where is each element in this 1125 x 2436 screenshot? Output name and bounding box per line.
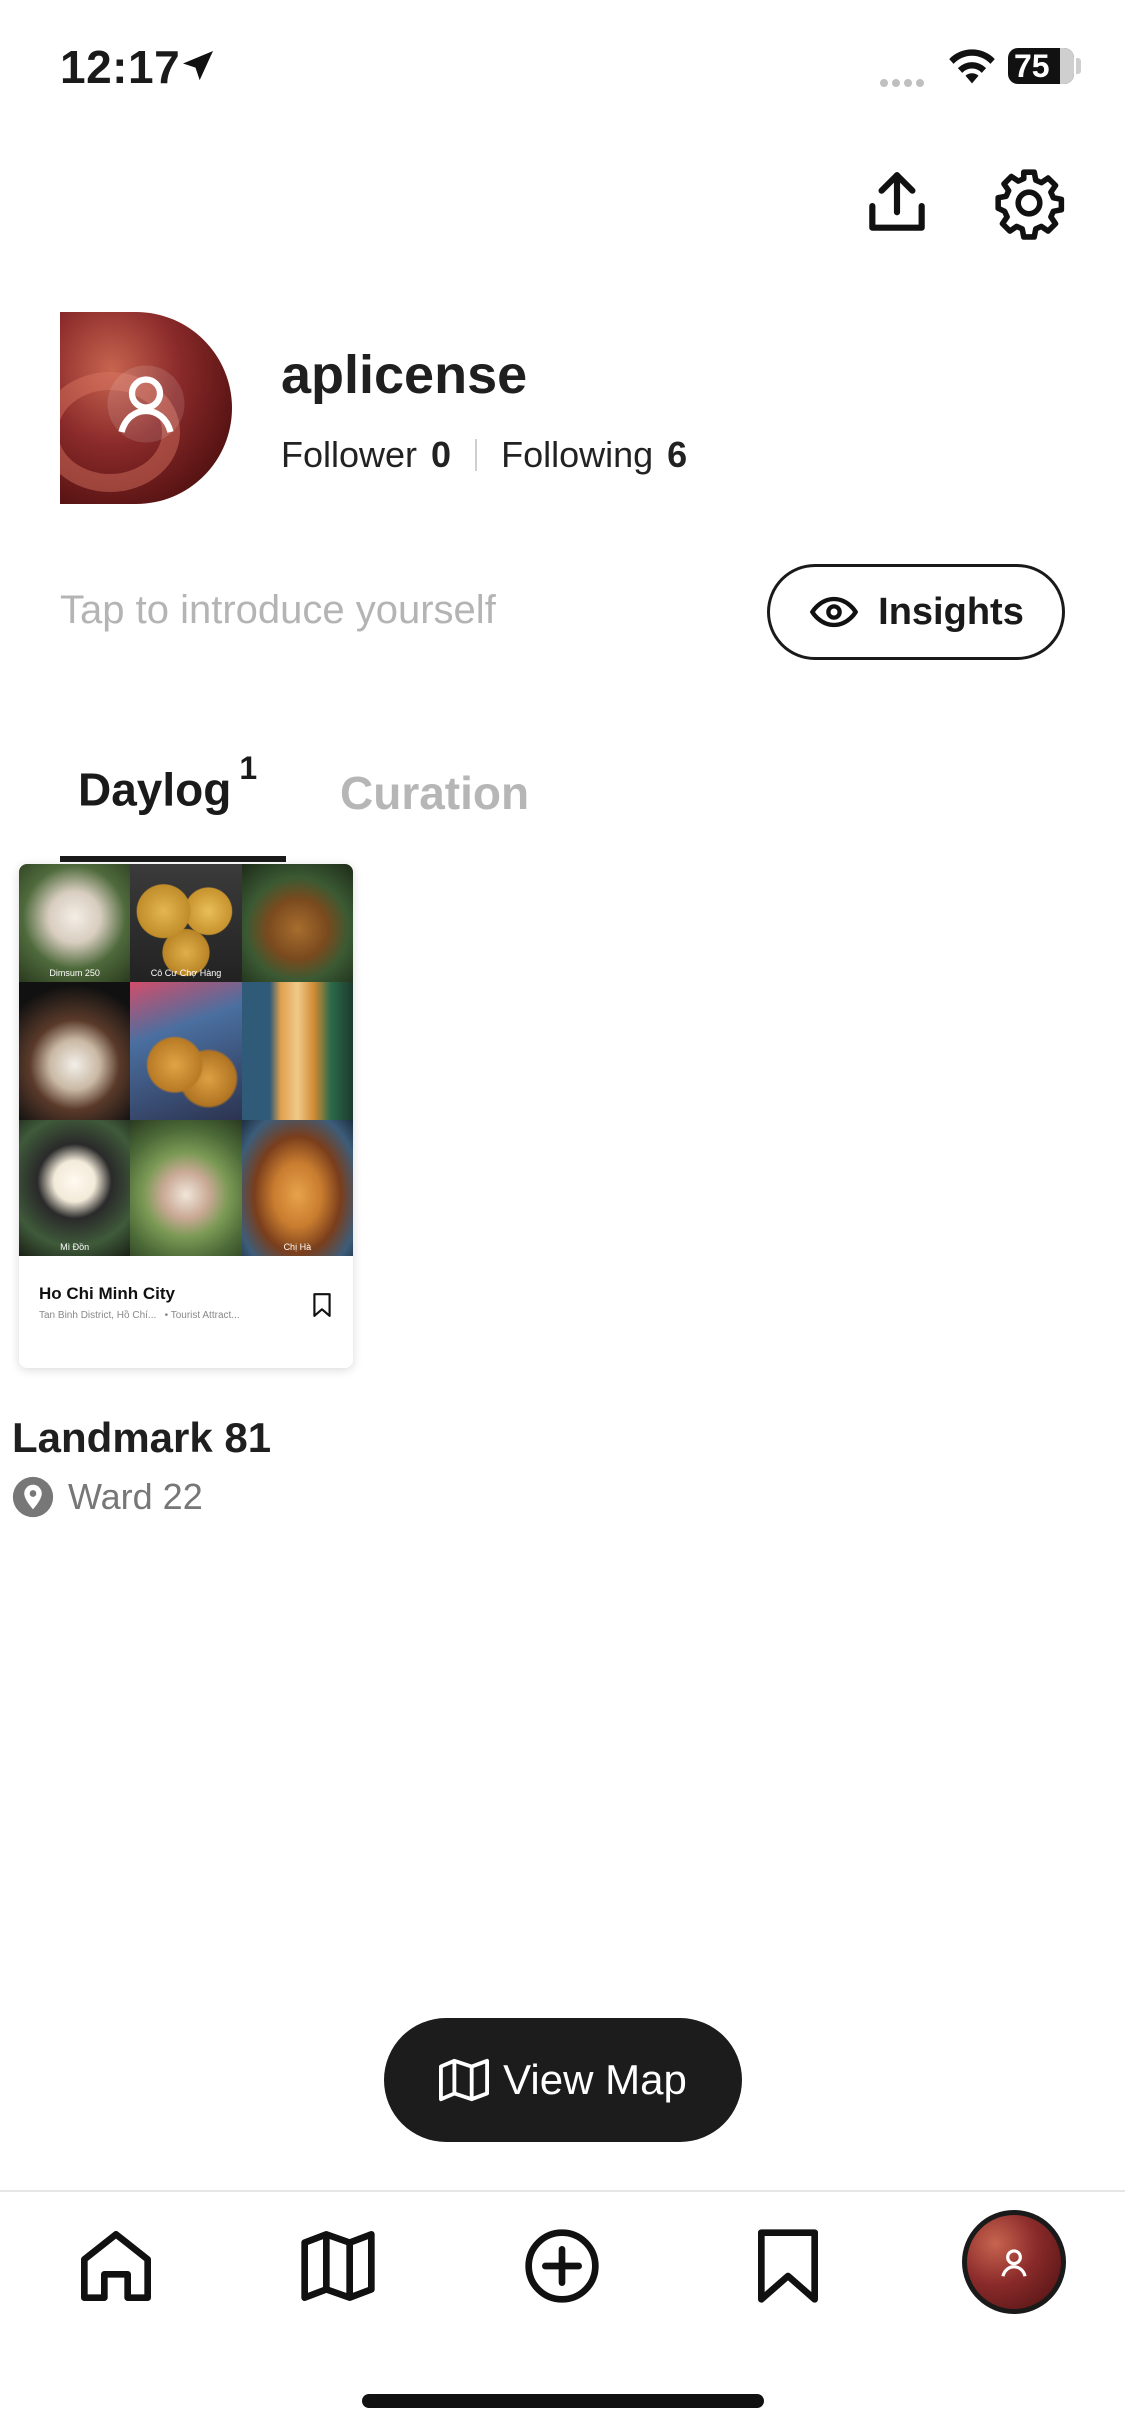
wifi-icon xyxy=(949,49,995,84)
follower-count[interactable]: 0 xyxy=(431,434,451,476)
location-arrow-icon xyxy=(183,51,213,81)
tab-daylog[interactable]: Daylog 1 xyxy=(78,750,257,816)
photo-potatoes: Cô Cư Chợ Hàng xyxy=(130,864,242,982)
bookmark-nav-icon[interactable] xyxy=(748,2226,828,2306)
share-upload-icon[interactable] xyxy=(860,166,934,240)
active-tab-indicator xyxy=(60,856,286,862)
tab-daylog-label: Daylog xyxy=(78,763,232,816)
insights-button[interactable]: Insights xyxy=(767,564,1065,660)
photo-caption: Cô Cư Chợ Hàng xyxy=(150,968,222,978)
follow-stats: Follower 0 Following 6 xyxy=(281,434,687,476)
daylog-card[interactable]: Dimsum 250 Cô Cư Chợ Hàng Mì Đồn Chị Hà … xyxy=(19,864,353,1368)
view-map-button[interactable]: View Map xyxy=(384,2018,742,2142)
add-circle-icon[interactable] xyxy=(522,2226,602,2306)
map-nav-icon[interactable] xyxy=(298,2226,378,2306)
photo-pho xyxy=(130,1120,242,1256)
photo-caption: Chị Hà xyxy=(283,1242,312,1252)
tab-bar-divider xyxy=(0,2190,1125,2192)
home-indicator xyxy=(362,2394,764,2408)
photo-pastries xyxy=(130,982,242,1120)
username: aplicense xyxy=(281,345,528,405)
follower-label[interactable]: Follower xyxy=(281,434,417,476)
food-photo-grid: Dimsum 250 Cô Cư Chợ Hàng Mì Đồn Chị Hà xyxy=(19,864,353,1256)
signal-icon xyxy=(880,74,928,92)
gear-icon[interactable] xyxy=(992,166,1066,240)
view-map-label: View Map xyxy=(503,2056,687,2103)
avatar[interactable] xyxy=(60,312,232,504)
photo-drink xyxy=(241,982,353,1120)
card-footer: Ho Chi Minh City Tan Binh District, Hồ C… xyxy=(19,1256,353,1368)
photo-caption: Dimsum 250 xyxy=(49,968,100,978)
status-time: 12:17 xyxy=(60,41,181,93)
photo-dimsum: Dimsum 250 xyxy=(19,864,131,982)
eye-icon xyxy=(809,596,859,628)
location-pin-icon xyxy=(12,1476,54,1518)
place-title[interactable]: Landmark 81 xyxy=(12,1414,271,1462)
photo-banh-mi: Chị Hà xyxy=(241,1120,353,1256)
insights-label: Insights xyxy=(878,590,1024,633)
battery-nub xyxy=(1076,58,1081,74)
place-location: Ward 22 xyxy=(12,1476,203,1518)
photo-tart xyxy=(19,982,131,1120)
photo-flan: Mì Đồn xyxy=(19,1120,131,1256)
bookmark-icon[interactable] xyxy=(311,1292,333,1318)
home-icon[interactable] xyxy=(76,2226,156,2306)
tab-daylog-count: 1 xyxy=(239,750,258,786)
photo-caption: Mì Đồn xyxy=(60,1242,90,1252)
battery-indicator: 75 xyxy=(1008,48,1074,84)
user-icon xyxy=(1001,2249,1027,2277)
profile-tab-avatar[interactable] xyxy=(962,2210,1066,2314)
intro-field[interactable]: Tap to introduce yourself xyxy=(60,588,496,633)
follow-separator xyxy=(475,439,478,471)
following-count[interactable]: 6 xyxy=(667,434,687,476)
card-subtitle-location: Tan Binh District, Hồ Chí... xyxy=(39,1310,157,1321)
battery-level: 75 xyxy=(1014,48,1050,84)
card-subtitle: Tan Binh District, Hồ Chí... • Tourist A… xyxy=(39,1310,240,1321)
tab-curation[interactable]: Curation xyxy=(340,766,529,820)
map-icon xyxy=(439,2058,490,2102)
photo-noodles xyxy=(241,864,353,982)
user-icon xyxy=(107,365,185,443)
card-title: Ho Chi Minh City xyxy=(39,1284,175,1303)
following-label[interactable]: Following xyxy=(501,434,653,476)
place-location-label: Ward 22 xyxy=(68,1476,203,1517)
card-subtitle-category: • Tourist Attract... xyxy=(164,1310,240,1321)
